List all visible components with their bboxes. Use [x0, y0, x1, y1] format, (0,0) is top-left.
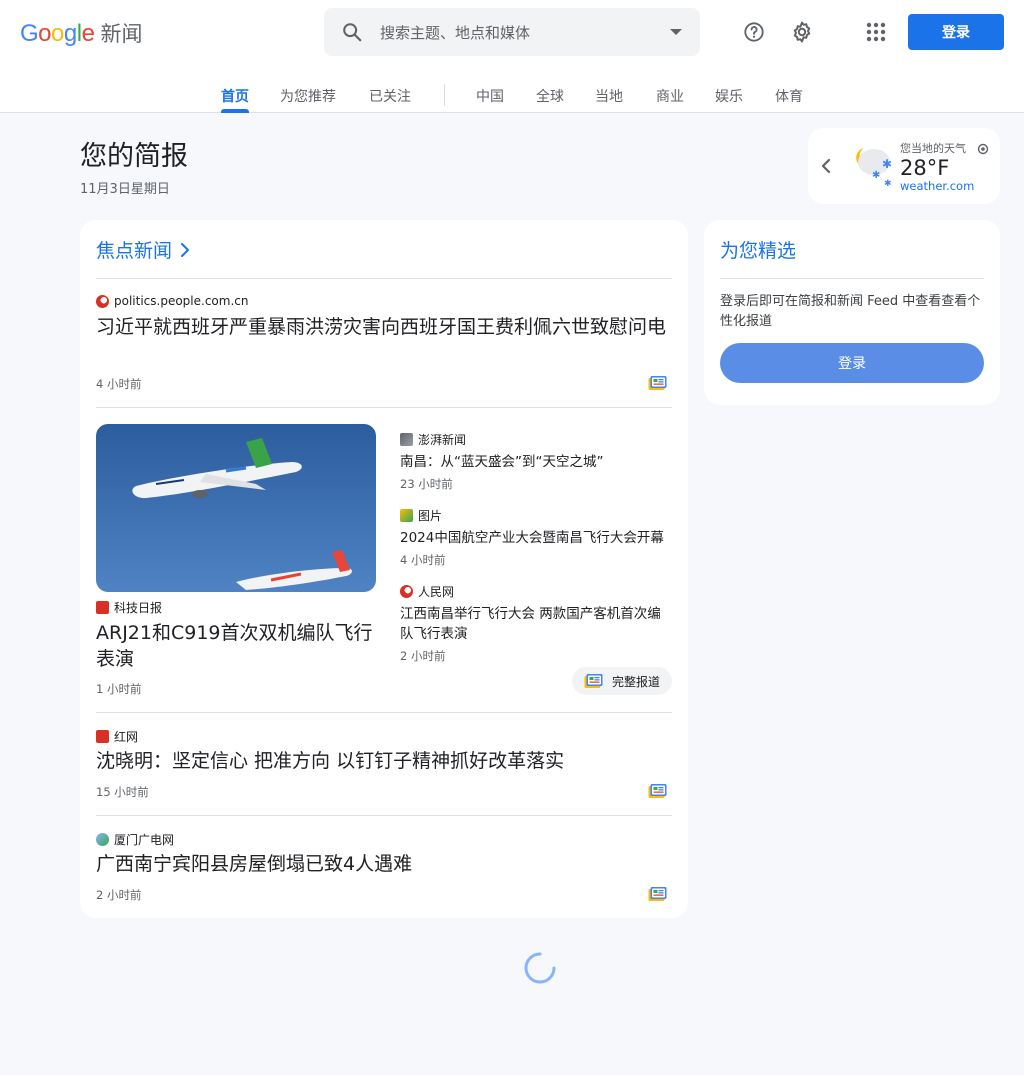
chevron-down-icon[interactable]: [652, 8, 700, 56]
full-coverage-icon[interactable]: [648, 886, 668, 902]
divider: [96, 407, 672, 408]
source-name: politics.people.com.cn: [114, 294, 249, 308]
source-name: 人民网: [418, 585, 455, 599]
source-row: 澎湃新闻: [400, 431, 466, 448]
svg-text:✱: ✱: [882, 157, 892, 171]
source-logo: [400, 509, 413, 522]
tab-entertainment[interactable]: 娱乐: [715, 86, 743, 106]
source-logo: [400, 585, 413, 598]
source-row: 人民网: [400, 583, 454, 600]
search-box[interactable]: 搜索主题、地点和媒体: [324, 8, 700, 56]
story-time: 2 小时前: [400, 649, 446, 663]
login-button[interactable]: 登录: [908, 14, 1004, 50]
weather-label: 您当地的天气: [900, 142, 966, 155]
tab-home[interactable]: 首页: [221, 86, 249, 106]
top-bar: Google 新闻 搜索主题、地点和媒体 登录 首页 为您推荐 已关注 中国 全…: [0, 0, 1024, 113]
night-snow-icon: ✱ ✱ ✱: [846, 140, 898, 192]
source-logo: [96, 730, 109, 743]
story-time: 23 小时前: [400, 477, 453, 491]
full-coverage-label: 完整报道: [611, 674, 660, 689]
loading-spinner-icon: [524, 952, 556, 984]
picks-for-you-card: 为您精选 登录后即可在简报和新闻 Feed 中查看查看个性化报道 登录: [704, 220, 1000, 405]
tab-world[interactable]: 全球: [536, 86, 564, 106]
source-row: 图片: [400, 507, 442, 524]
logo-letter: o: [51, 20, 64, 47]
page-title: 您的简报: [80, 141, 188, 172]
source-name: 澎湃新闻: [418, 433, 467, 447]
logo-letter: o: [38, 20, 52, 47]
picks-heading: 为您精选: [720, 240, 797, 262]
source-logo: [96, 833, 109, 846]
full-coverage-icon[interactable]: [648, 375, 668, 391]
story-time: 4 小时前: [96, 377, 142, 391]
top-stories-heading[interactable]: 焦点新闻: [96, 236, 192, 263]
tab-local[interactable]: 当地: [595, 86, 623, 106]
tab-following[interactable]: 已关注: [369, 86, 411, 106]
logo-letter: e: [81, 20, 95, 47]
full-coverage-icon: [584, 674, 603, 688]
story-image[interactable]: [96, 424, 376, 592]
story-time: 15 小时前: [96, 785, 149, 799]
source-name: 图片: [418, 509, 443, 523]
weather-source-link[interactable]: weather.com: [900, 179, 974, 193]
logo-letter: g: [63, 20, 77, 47]
google-news-logo[interactable]: Google 新闻: [20, 18, 142, 48]
chevron-right-icon: [181, 242, 190, 257]
related-headline[interactable]: 南昌：从“蓝天盛会”到“天空之城”: [400, 452, 672, 472]
help-icon[interactable]: [734, 12, 774, 52]
tab-business[interactable]: 商业: [656, 86, 684, 106]
tab-sports[interactable]: 体育: [775, 86, 803, 106]
section-tabs: 首页 为您推荐 已关注 中国 全球 当地 商业 娱乐 体育: [0, 80, 1024, 113]
svg-text:✱: ✱: [884, 179, 892, 189]
story-time: 1 小时前: [96, 682, 142, 696]
source-row: 科技日报: [96, 599, 162, 616]
divider: [96, 278, 672, 279]
story-headline[interactable]: 沈晓明：坚定信心 把准方向 以钉钉子精神抓好改革落实: [96, 748, 666, 774]
source-logo: [400, 433, 413, 446]
picks-description: 登录后即可在简报和新闻 Feed 中查看查看个性化报道: [720, 294, 981, 329]
source-name: 科技日报: [114, 601, 163, 615]
full-coverage-icon[interactable]: [648, 783, 668, 799]
tab-china[interactable]: 中国: [476, 86, 504, 106]
story-headline[interactable]: 习近平就西班牙严重暴雨洪涝灾害向西班牙国王费利佩六世致慰问电: [96, 314, 666, 340]
tab-divider: [444, 84, 445, 106]
story-headline[interactable]: 广西南宁宾阳县房屋倒塌已致4人遇难: [96, 851, 666, 877]
search-input[interactable]: 搜索主题、地点和媒体: [380, 22, 652, 43]
svg-text:✱: ✱: [872, 170, 880, 181]
related-headline[interactable]: 江西南昌举行飞行大会 两款国产客机首次编队飞行表演: [400, 604, 672, 644]
story-time: 2 小时前: [96, 888, 142, 902]
tab-for-you[interactable]: 为您推荐: [280, 86, 336, 106]
location-icon: [976, 141, 990, 155]
related-headline[interactable]: 2024中国航空产业大会暨南昌飞行大会开幕: [400, 528, 672, 548]
picks-login-button[interactable]: 登录: [720, 343, 984, 383]
divider: [96, 712, 672, 713]
source-logo: [96, 294, 109, 308]
logo-letter: G: [20, 20, 39, 47]
divider: [720, 278, 984, 279]
story-time: 4 小时前: [400, 553, 446, 567]
apps-grid-icon[interactable]: [856, 12, 896, 52]
source-row: politics.people.com.cn: [96, 294, 248, 308]
source-row: 厦门广电网: [96, 831, 174, 848]
top-stories-heading-label: 焦点新闻: [96, 240, 173, 262]
chevron-left-icon[interactable]: [818, 156, 834, 176]
search-icon[interactable]: [324, 8, 380, 56]
briefing-date: 11月3日星期日: [80, 182, 170, 197]
weather-widget[interactable]: ✱ ✱ ✱ 您当地的天气 28°F weather.com: [808, 128, 1000, 204]
source-logo: [96, 601, 109, 614]
weather-temperature: 28°F: [900, 156, 950, 180]
logo-product-name: 新闻: [100, 22, 143, 46]
source-row: 红网: [96, 728, 138, 745]
divider: [96, 815, 672, 816]
top-stories-card: 焦点新闻 politics.people.com.cn 习近平就西班牙严重暴雨洪…: [80, 220, 688, 918]
source-name: 厦门广电网: [114, 833, 175, 847]
full-coverage-button[interactable]: 完整报道: [572, 667, 672, 695]
story-headline[interactable]: ARJ21和C919首次双机编队飞行表演: [96, 620, 380, 672]
active-tab-indicator: [221, 109, 249, 113]
gear-icon[interactable]: [782, 12, 822, 52]
source-name: 红网: [114, 730, 139, 744]
